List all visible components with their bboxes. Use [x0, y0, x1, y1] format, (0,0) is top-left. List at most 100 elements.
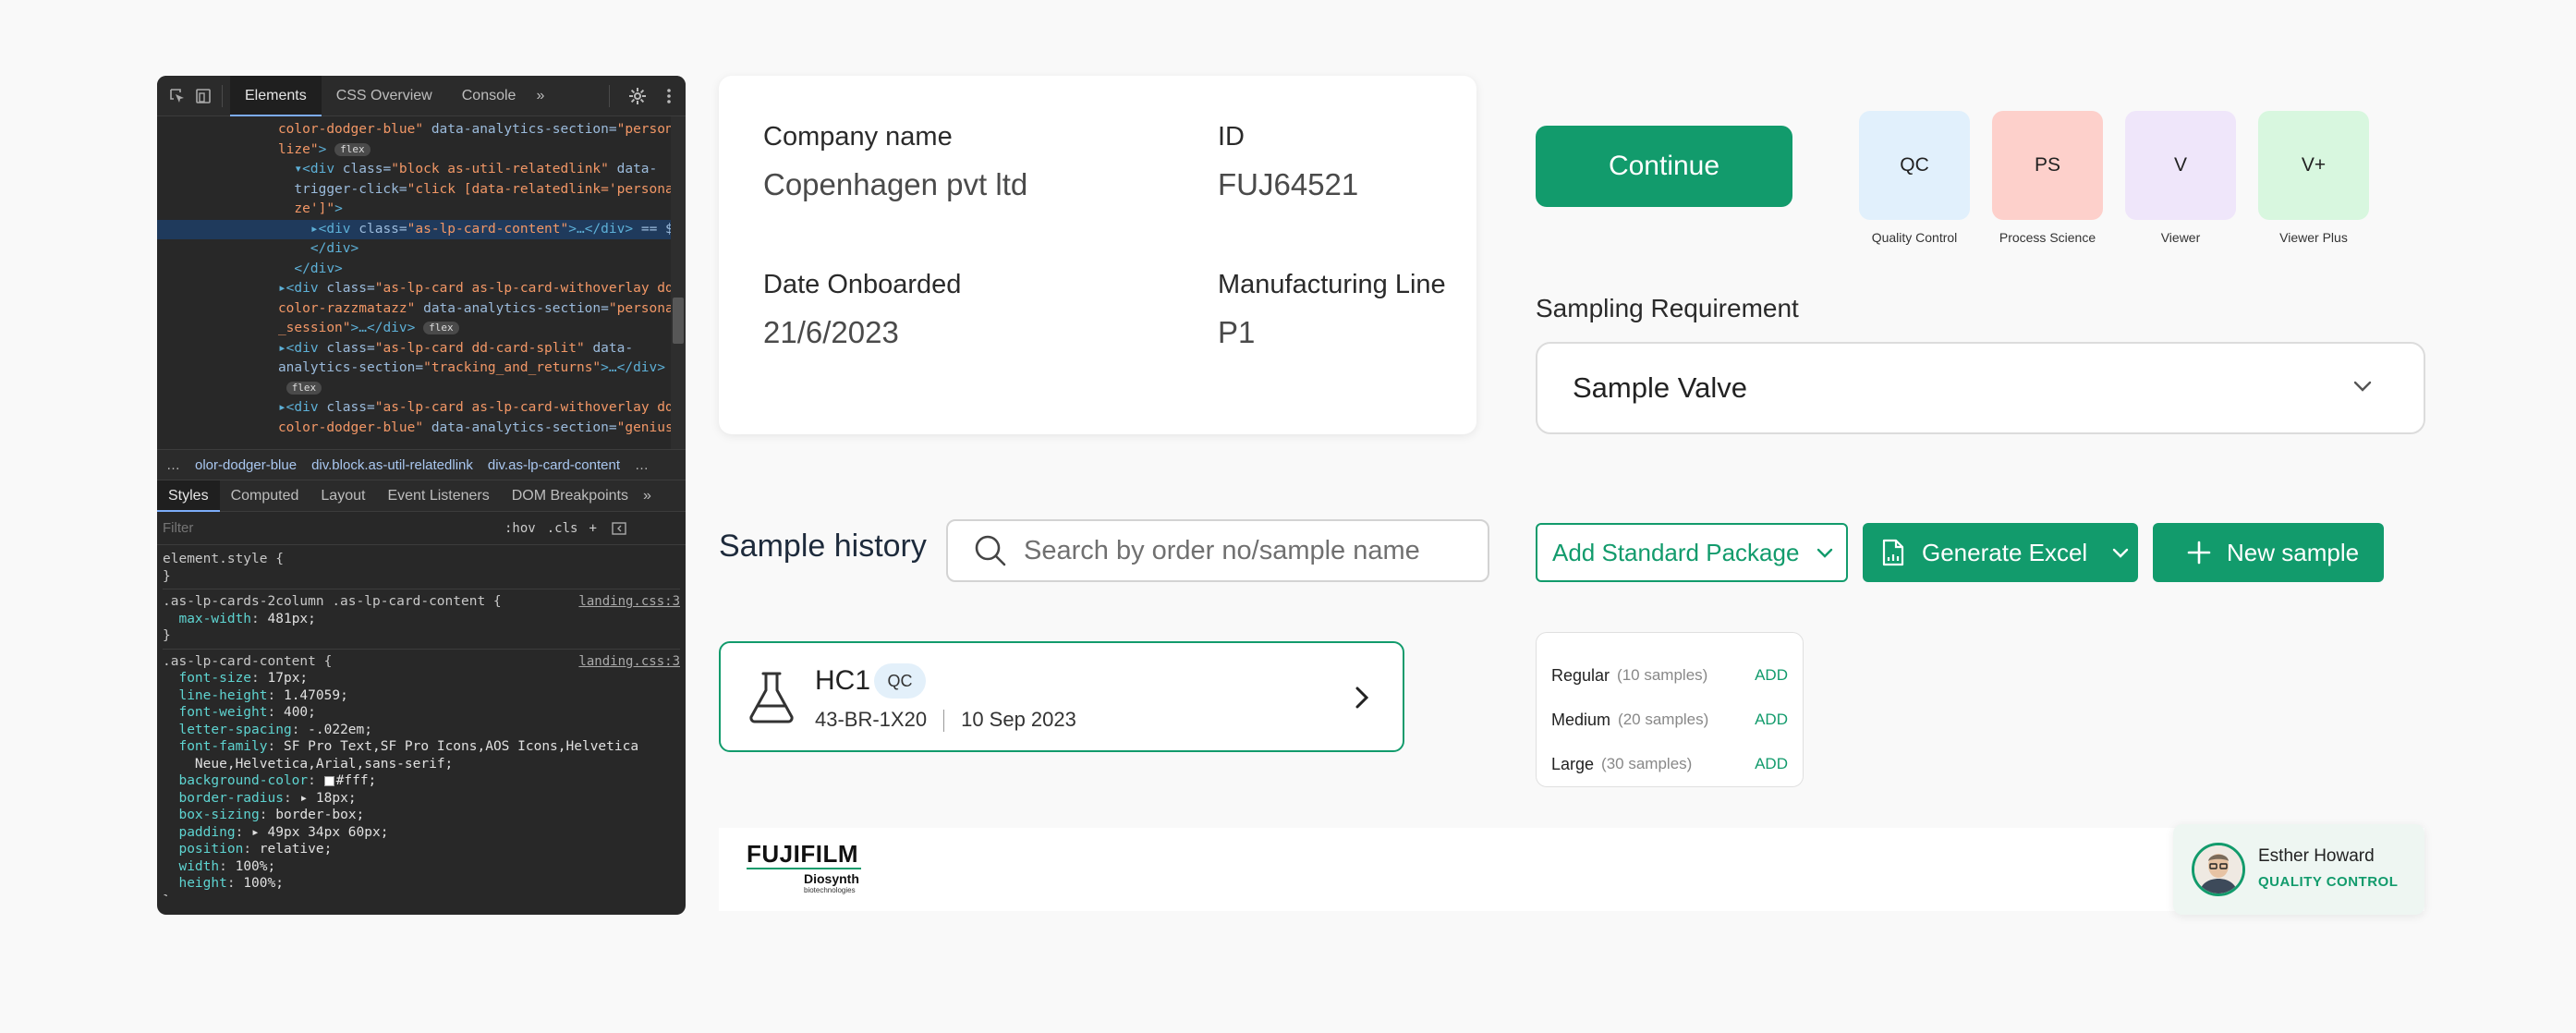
code-token: ▸<div — [277, 400, 327, 415]
dom-node-line[interactable]: ▸<div class="as-lp-card dd-card-split" d… — [157, 339, 686, 359]
code-token: class= — [326, 400, 375, 415]
kebab-menu-icon[interactable] — [658, 85, 680, 107]
css-declaration[interactable]: font-size: 17px; — [163, 670, 680, 687]
subtab-event-listeners[interactable]: Event Listeners — [376, 480, 500, 512]
role-vplus-box[interactable]: V+ — [2258, 111, 2369, 220]
css-declaration[interactable]: max-width: 481px; — [163, 611, 680, 628]
css-declaration[interactable]: background-color: #fff; — [163, 772, 680, 790]
new-sample-button[interactable]: New sample — [2153, 523, 2384, 582]
css-rule[interactable]: landing.css:3 .as-lp-cards-2column .as-lp… — [163, 589, 680, 650]
breadcrumb-item[interactable]: … — [166, 457, 180, 473]
dom-node-line[interactable]: ze']"> — [157, 200, 686, 220]
tab-css-overview[interactable]: CSS Overview — [322, 76, 447, 116]
code-token: "tracking_and_returns" — [423, 360, 601, 375]
code-token: class= — [326, 340, 375, 356]
user-profile-card[interactable]: Esther Howard QUALITY CONTROL — [2173, 824, 2424, 915]
scrollbar-thumb[interactable] — [673, 298, 684, 344]
package-row-medium: Medium (20 samples) ADD — [1551, 698, 1788, 742]
styles-filter-input[interactable] — [163, 520, 504, 536]
dom-node-line[interactable]: _session">…</div> flex — [157, 319, 686, 339]
add-large-package-button[interactable]: ADD — [1755, 755, 1788, 773]
flex-badge[interactable]: flex — [286, 381, 322, 395]
css-value: 1.47059; — [283, 687, 348, 703]
role-viewer-plus[interactable]: V+ Viewer Plus — [2258, 111, 2369, 245]
color-swatch[interactable] — [323, 775, 334, 786]
tabbar-divider — [222, 84, 223, 107]
rule-source-link[interactable]: landing.css:3 — [578, 653, 680, 671]
add-regular-package-button[interactable]: ADD — [1755, 666, 1788, 685]
subtab-styles[interactable]: Styles — [157, 480, 220, 512]
dom-node-line[interactable]: lize"> flex — [157, 140, 686, 161]
dom-node-selected[interactable]: ▸<div class="as-lp-card-content">…</div>… — [157, 219, 686, 239]
generate-excel-button[interactable]: Generate Excel — [1863, 523, 2138, 582]
css-declaration[interactable]: letter-spacing: -.022em; — [163, 722, 680, 739]
sampling-requirement-select[interactable]: Sample Valve — [1536, 342, 2425, 434]
css-declaration[interactable]: line-height: 1.47059; — [163, 687, 680, 705]
subtab-dom-breakpoints[interactable]: DOM Breakpoints — [501, 480, 639, 512]
breadcrumb-item[interactable]: div.as-lp-card-content — [488, 457, 620, 473]
avatar — [2192, 843, 2245, 896]
chevron-right-icon[interactable] — [1355, 686, 1369, 710]
continue-button[interactable]: Continue — [1536, 126, 1792, 207]
add-medium-package-button[interactable]: ADD — [1755, 711, 1788, 729]
gear-icon[interactable] — [626, 85, 649, 107]
device-toolbar-icon[interactable] — [192, 85, 214, 107]
dom-node-line[interactable]: ▸<div class="as-lp-card as-lp-card-witho… — [157, 279, 686, 299]
toggle-sidebar-icon[interactable] — [608, 517, 630, 540]
css-rule[interactable]: element.style {} — [163, 547, 680, 589]
class-toggle-button[interactable]: .cls — [547, 521, 578, 536]
breadcrumb-item[interactable]: … — [635, 457, 649, 473]
css-declaration[interactable]: height: 100%; — [163, 875, 680, 893]
subtab-computed[interactable]: Computed — [220, 480, 310, 512]
dom-node-line[interactable]: flex — [157, 379, 686, 399]
css-declaration[interactable]: font-family: SF Pro Text,SF Pro Icons,AO… — [163, 738, 680, 756]
dom-node-line[interactable]: color-dodger-blue" data-analytics-sectio… — [157, 120, 686, 140]
css-declaration[interactable]: Neue,Helvetica,Arial,sans-serif; — [163, 756, 680, 773]
css-value: ▸ 18px; — [299, 790, 357, 806]
dom-node-line[interactable]: ▾<div class="block as-util-relatedlink" … — [157, 160, 686, 180]
role-v-box[interactable]: V — [2125, 111, 2236, 220]
breadcrumb-item[interactable]: olor-dodger-blue — [195, 457, 297, 473]
dom-tree[interactable]: color-dodger-blue" data-analytics-sectio… — [157, 116, 686, 449]
company-id-value: FUJ64521 — [1218, 167, 1359, 201]
css-declaration[interactable]: width: 100%; — [163, 858, 680, 876]
tab-console[interactable]: Console — [447, 76, 531, 116]
css-declaration[interactable]: padding: ▸ 49px 34px 60px; — [163, 824, 680, 842]
role-quality-control[interactable]: QC Quality Control — [1859, 111, 1970, 245]
subtab-layout[interactable]: Layout — [310, 480, 376, 512]
sample-search-input[interactable] — [1024, 535, 1449, 566]
sample-card[interactable]: HC1 QC 43-BR-1X20 10 Sep 2023 — [719, 641, 1404, 752]
rule-source-link[interactable]: landing.css:3 — [578, 593, 680, 611]
role-qc-box[interactable]: QC — [1859, 111, 1970, 220]
hover-state-button[interactable]: :hov — [504, 521, 536, 536]
dom-node-line[interactable]: ▸<div class="as-lp-card as-lp-card-witho… — [157, 398, 686, 419]
role-viewer[interactable]: V Viewer — [2125, 111, 2236, 245]
css-declaration[interactable]: position: relative; — [163, 841, 680, 858]
flex-badge[interactable]: flex — [423, 322, 459, 334]
new-rule-button[interactable]: + — [589, 521, 596, 536]
inspect-element-icon[interactable] — [166, 85, 188, 107]
dom-node-line[interactable]: trigger-click="click [data-relatedlink='… — [157, 180, 686, 201]
css-declaration[interactable]: box-sizing: border-box; — [163, 807, 680, 824]
css-rule[interactable]: landing.css:3 .as-lp-card-content { font-… — [163, 650, 680, 897]
css-property: padding — [178, 824, 236, 840]
css-property: border-radius — [178, 790, 284, 806]
dom-node-line[interactable]: color-dodger-blue" data-analytics-sectio… — [157, 419, 686, 439]
styles-pane[interactable]: element.style {} landing.css:3 .as-lp-card… — [157, 545, 686, 896]
dom-tree-scrollbar[interactable] — [671, 116, 686, 449]
flex-badge[interactable]: flex — [334, 142, 371, 156]
dom-node-line[interactable]: analytics-section="tracking_and_returns"… — [157, 359, 686, 379]
more-subtabs-icon[interactable]: » — [639, 480, 655, 512]
role-process-science[interactable]: PS Process Science — [1992, 111, 2103, 245]
role-ps-box[interactable]: PS — [1992, 111, 2103, 220]
breadcrumb-item[interactable]: div.block.as-util-relatedlink — [311, 457, 473, 473]
dom-node-line[interactable]: </div> — [157, 239, 686, 260]
dom-node-line[interactable]: color-razzmatazz" data-analytics-section… — [157, 299, 686, 320]
tab-elements[interactable]: Elements — [230, 76, 322, 116]
css-declaration[interactable]: border-radius: ▸ 18px; — [163, 790, 680, 808]
more-tabs-icon[interactable]: » — [530, 76, 550, 116]
add-standard-package-button[interactable]: Add Standard Package — [1536, 523, 1848, 582]
dom-node-line[interactable]: </div> — [157, 260, 686, 280]
css-declaration[interactable]: font-weight: 400; — [163, 704, 680, 722]
sample-search-box[interactable] — [946, 519, 1489, 582]
